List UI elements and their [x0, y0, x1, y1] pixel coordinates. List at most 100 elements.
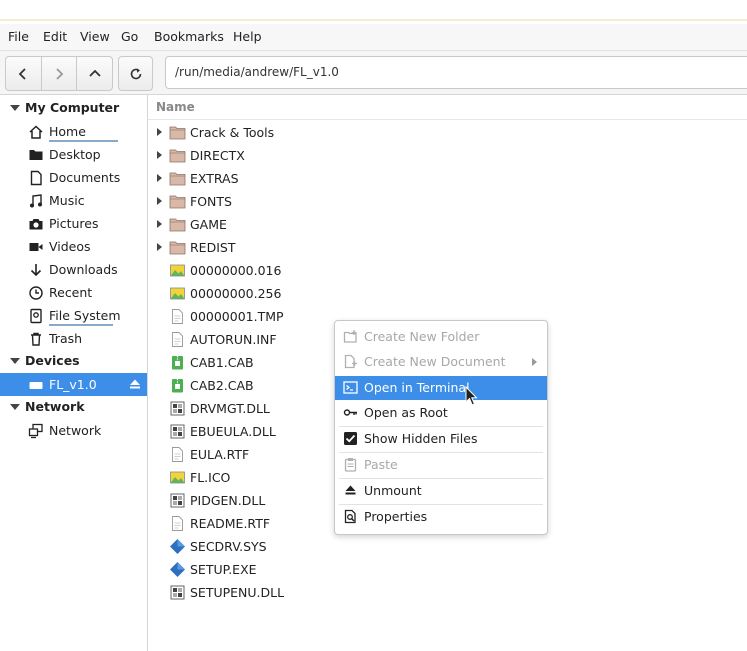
desktop-icon	[29, 150, 43, 160]
file-row[interactable]: 00000000.016	[148, 259, 747, 282]
file-name: SETUP.EXE	[190, 562, 257, 577]
menu-view[interactable]: View	[80, 29, 110, 44]
menu-help[interactable]: Help	[233, 29, 262, 44]
home-icon	[29, 125, 43, 139]
binary-file-icon	[170, 424, 185, 439]
binary-file-icon	[170, 585, 185, 600]
file-row[interactable]: GAME	[148, 213, 747, 236]
text-file-icon	[172, 309, 183, 324]
sidebar-item-documents[interactable]: Documents	[0, 166, 147, 189]
file-name: AUTORUN.INF	[190, 332, 277, 347]
expand-arrow-icon[interactable]	[157, 197, 162, 205]
forward-button[interactable]	[42, 57, 78, 90]
file-row[interactable]: Crack & Tools	[148, 121, 747, 144]
menu-item-create-new-document[interactable]: Create New Document	[335, 350, 547, 374]
file-name: CAB1.CAB	[190, 355, 254, 370]
file-row[interactable]: 00000000.256	[148, 282, 747, 305]
file-name: 00000000.256	[190, 286, 282, 301]
sidebar-item-network[interactable]: Network	[0, 419, 147, 442]
file-row[interactable]: SETUP.EXE	[148, 558, 747, 581]
chevron-up-icon	[89, 69, 101, 77]
expand-arrow-icon[interactable]	[157, 128, 162, 136]
toolbar: /run/media/andrew/FL_v1.0	[0, 51, 747, 95]
expand-arrow-icon	[10, 358, 20, 364]
network-icon	[28, 423, 43, 439]
folder-icon	[169, 241, 186, 255]
back-button[interactable]	[6, 57, 42, 90]
expand-arrow-icon[interactable]	[157, 151, 162, 159]
file-name: GAME	[190, 217, 227, 232]
expand-arrow-icon[interactable]	[157, 243, 162, 251]
column-header-name[interactable]: Name	[148, 95, 747, 120]
chevron-left-icon	[19, 67, 26, 80]
checkbox-checked-icon	[344, 432, 357, 445]
section-network[interactable]: Network	[0, 396, 147, 418]
image-file-icon	[170, 264, 185, 277]
menubar: File Edit View Go Bookmarks Help	[0, 24, 747, 51]
paste-icon	[344, 458, 357, 472]
section-my-computer[interactable]: My Computer	[0, 97, 147, 119]
file-name: SECDRV.SYS	[190, 539, 267, 554]
menu-bookmarks[interactable]: Bookmarks	[154, 29, 224, 44]
reload-icon	[130, 68, 141, 79]
file-row[interactable]: FONTS	[148, 190, 747, 213]
sidebar-item-recent[interactable]: Recent	[0, 281, 147, 304]
file-row[interactable]: SECDRV.SYS	[148, 535, 747, 558]
sidebar-item-videos[interactable]: Videos	[0, 235, 147, 258]
file-name: Crack & Tools	[190, 125, 275, 140]
folder-icon	[169, 218, 186, 232]
music-icon	[30, 194, 42, 208]
sidebar-item-trash[interactable]: Trash	[0, 327, 147, 350]
sidebar-item-desktop[interactable]: Desktop	[0, 143, 147, 166]
menu-item-paste[interactable]: Paste	[335, 453, 547, 477]
file-name: CAB2.CAB	[190, 378, 254, 393]
menu-item-open-in-terminal[interactable]: Open in Terminal	[335, 376, 547, 400]
menu-go[interactable]: Go	[121, 29, 138, 44]
file-row[interactable]: REDIST	[148, 236, 747, 259]
menu-item-open-as-root[interactable]: Open as Root	[335, 401, 547, 425]
camera-icon	[29, 219, 43, 230]
menu-file[interactable]: File	[8, 29, 29, 44]
file-row[interactable]: EXTRAS	[148, 167, 747, 190]
folder-icon	[169, 172, 186, 186]
folder-icon	[169, 195, 186, 209]
menu-item-properties[interactable]: Properties	[335, 505, 547, 529]
up-button[interactable]	[77, 57, 112, 90]
file-name: EXTRAS	[190, 171, 239, 186]
file-row[interactable]: DIRECTX	[148, 144, 747, 167]
download-icon	[30, 264, 42, 277]
binary-file-icon	[170, 493, 185, 508]
section-devices[interactable]: Devices	[0, 350, 147, 372]
clock-icon	[29, 286, 43, 300]
eject-icon[interactable]	[129, 378, 141, 390]
sidebar-item-fl-v1[interactable]: FL_v1.0	[0, 373, 147, 396]
archive-file-icon	[172, 379, 183, 393]
nav-button-group	[5, 56, 113, 91]
file-name: README.RTF	[190, 516, 271, 531]
file-name: 00000000.016	[190, 263, 282, 278]
title-strip	[0, 0, 747, 21]
key-icon	[343, 409, 357, 416]
file-row[interactable]: SETUPENU.DLL	[148, 581, 747, 604]
sidebar: My Computer Home Desktop Documents Music…	[0, 95, 148, 651]
context-menu: Create New Folder Create New Document Op…	[334, 320, 548, 535]
expand-arrow-icon	[10, 105, 20, 111]
document-icon	[30, 170, 42, 186]
menu-edit[interactable]: Edit	[43, 29, 67, 44]
eject-icon	[345, 485, 356, 495]
sidebar-item-downloads[interactable]: Downloads	[0, 258, 147, 281]
expand-arrow-icon[interactable]	[157, 220, 162, 228]
submenu-arrow-icon	[532, 358, 537, 366]
menu-item-create-new-folder[interactable]: Create New Folder	[335, 325, 547, 349]
reload-button[interactable]	[118, 56, 153, 91]
location-bar[interactable]: /run/media/andrew/FL_v1.0	[165, 56, 747, 89]
menu-item-unmount[interactable]: Unmount	[335, 479, 547, 503]
trash-icon	[31, 332, 41, 346]
binary-file-icon	[170, 401, 185, 416]
new-folder-icon	[343, 330, 357, 343]
sidebar-item-music[interactable]: Music	[0, 189, 147, 212]
sidebar-item-pictures[interactable]: Pictures	[0, 212, 147, 235]
expand-arrow-icon[interactable]	[157, 174, 162, 182]
text-file-icon	[172, 332, 183, 347]
menu-item-show-hidden-files[interactable]: Show Hidden Files	[335, 427, 547, 451]
